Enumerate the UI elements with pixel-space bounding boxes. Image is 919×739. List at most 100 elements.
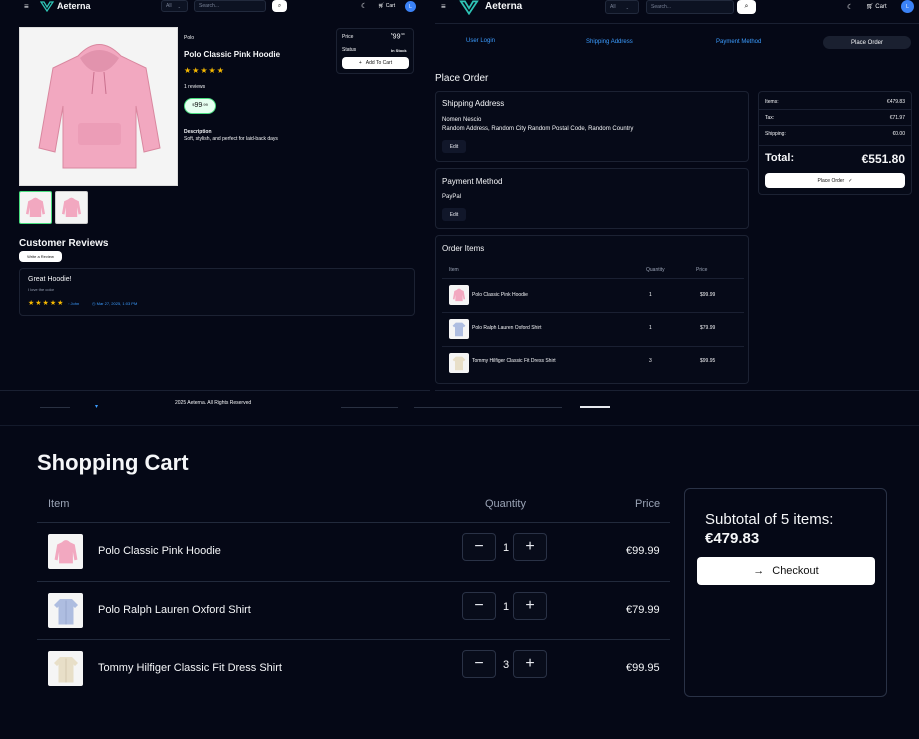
order-item-price: $99.95 — [700, 358, 716, 364]
footer-divider — [0, 390, 430, 391]
summary-tax-label: Tax: — [765, 115, 775, 121]
price-label: Price — [342, 34, 354, 40]
step-place-order[interactable]: Place Order — [823, 36, 911, 49]
checkout-nav-divider — [435, 23, 919, 24]
hoodie-image — [38, 44, 161, 169]
product-thumbnail-1[interactable] — [19, 191, 52, 224]
review-stars: ★★★★★ — [28, 300, 65, 307]
cart-link[interactable]: 🛒︎ Cart — [378, 3, 395, 9]
increase-quantity-button[interactable]: + — [513, 650, 547, 678]
add-to-cart-label: Add To Cart — [365, 60, 393, 66]
place-order-button[interactable]: Place Order ✓ — [765, 173, 905, 188]
shipping-name: Nomen Nescio — [442, 117, 482, 123]
checkout-button[interactable]: → Checkout — [697, 557, 875, 585]
section-divider — [0, 425, 919, 426]
reviews-count: 1 reviews — [184, 84, 206, 90]
summary-shipping-label: Shipping: — [765, 131, 786, 137]
theme-toggle-icon[interactable]: ☾ — [361, 2, 367, 10]
footer-chevron-icon[interactable]: ▾ — [95, 403, 98, 410]
step-payment-method[interactable]: Payment Method — [716, 39, 761, 45]
category-select-value-2: All — [610, 4, 616, 10]
chevron-down-icon: ⌄ — [177, 3, 181, 9]
theme-toggle-icon-2[interactable]: ☾ — [847, 3, 853, 11]
description-text: Soft, stylish, and perfect for laid-back… — [184, 136, 278, 142]
category-select-2[interactable]: All ⌄ — [605, 0, 639, 14]
brand-name-2[interactable]: Aeterna — [485, 1, 522, 12]
avatar-2[interactable]: L — [901, 0, 914, 13]
review-date: ◷ Mar 27, 2025, 1:03 PM — [92, 301, 138, 306]
decrease-quantity-button[interactable]: − — [462, 592, 496, 620]
write-review-button[interactable]: Write a Review — [19, 251, 62, 262]
search-button-2[interactable]: ⌕ — [737, 0, 756, 14]
review-body: I love the color — [28, 287, 55, 292]
menu-icon-2[interactable]: ≡ — [441, 2, 446, 11]
product-thumbnail-2[interactable] — [55, 191, 88, 224]
cart-col-price: Price — [635, 498, 661, 510]
order-row: Tommy Hilfiger Classic Fit Dress Shirt 3… — [436, 347, 750, 380]
cart-link-2[interactable]: 🛒︎ Cart — [866, 3, 887, 10]
search-button[interactable]: ⌕ — [272, 0, 287, 12]
arrow-right-icon: → — [753, 565, 765, 577]
subtotal-label: Subtotal of 5 items: — [705, 511, 834, 528]
shipping-card: Shipping Address Nomen Nescio Random Add… — [435, 91, 749, 162]
order-item-name[interactable]: Polo Ralph Lauren Oxford Shirt — [472, 325, 541, 331]
cart-col-item: Item — [48, 498, 70, 510]
order-item-price: $79.99 — [700, 325, 716, 331]
increase-quantity-button[interactable]: + — [513, 592, 547, 620]
subtotal-card: Subtotal of 5 items: €479.83 → Checkout — [684, 488, 887, 697]
cart-item-thumb-oxford[interactable] — [48, 593, 83, 628]
search-input-2[interactable]: Search... — [646, 0, 734, 14]
footer-line — [40, 407, 70, 408]
order-item-thumb-hoodie — [449, 285, 469, 305]
check-icon: ✓ — [848, 177, 853, 184]
cart-item-name[interactable]: Polo Classic Pink Hoodie — [98, 545, 221, 557]
order-item-price: $99.99 — [700, 292, 716, 298]
cart-item-name[interactable]: Tommy Hilfiger Classic Fit Dress Shirt — [98, 662, 282, 674]
price-cents: .99 — [202, 102, 208, 107]
cart-item-price: €99.95 — [626, 662, 660, 674]
category-select[interactable]: All ⌄ — [161, 0, 188, 12]
status-value: In Stock — [391, 48, 407, 53]
product-brand[interactable]: Polo — [184, 35, 194, 41]
order-item-name[interactable]: Tommy Hilfiger Classic Fit Dress Shirt — [472, 358, 556, 364]
reviews-heading: Customer Reviews — [19, 238, 109, 249]
cart-col-quantity: Quantity — [485, 498, 526, 510]
price-box-cents: .99 — [400, 32, 405, 36]
product-title: Polo Classic Pink Hoodie — [184, 50, 281, 59]
menu-icon[interactable]: ≡ — [24, 2, 29, 11]
add-to-cart-button[interactable]: + Add To Cart — [342, 57, 409, 69]
edit-shipping-button[interactable]: Edit — [442, 140, 466, 153]
decrease-quantity-button[interactable]: − — [462, 650, 496, 678]
order-row: Polo Ralph Lauren Oxford Shirt 1 $79.99 — [436, 313, 750, 346]
review-author: ◦ John — [68, 301, 80, 306]
shipping-heading: Shipping Address — [442, 99, 505, 108]
order-col-quantity: Quantity — [646, 267, 665, 273]
order-item-qty: 1 — [649, 292, 652, 298]
shipping-address: Random Address, Random City Random Posta… — [442, 126, 634, 132]
edit-payment-button[interactable]: Edit — [442, 208, 466, 221]
summary-total-label: Total: — [765, 152, 795, 164]
summary-shipping-value: €0.00 — [892, 131, 905, 137]
brand-name[interactable]: Aeterna — [57, 1, 91, 11]
order-item-name[interactable]: Polo Classic Pink Hoodie — [472, 292, 528, 298]
checkout-label: Checkout — [772, 565, 819, 577]
decrease-quantity-button[interactable]: − — [462, 533, 496, 561]
order-summary-card: Items: €479.83 Tax: €71.97 Shipping: €0.… — [758, 91, 912, 195]
cart-item-thumb-dress-shirt[interactable] — [48, 651, 83, 686]
increase-quantity-button[interactable]: + — [513, 533, 547, 561]
search-input[interactable]: Search... — [194, 0, 266, 12]
review-date-text: Mar 27, 2025, 1:03 PM — [96, 301, 138, 306]
payment-heading: Payment Method — [442, 177, 503, 186]
order-col-item: Item — [449, 267, 459, 273]
order-item-qty: 3 — [649, 358, 652, 364]
avatar[interactable]: L — [405, 1, 416, 12]
step-shipping-address[interactable]: Shipping Address — [586, 39, 633, 45]
price-box-value: $99.99 — [391, 32, 405, 40]
summary-divider-0 — [759, 109, 911, 110]
order-item-thumb-dress-shirt — [449, 353, 469, 373]
cart-item-thumb-hoodie[interactable] — [48, 534, 83, 569]
chevron-down-icon-2: ⌄ — [625, 4, 629, 10]
subtotal-value: €479.83 — [705, 530, 760, 547]
cart-item-name[interactable]: Polo Ralph Lauren Oxford Shirt — [98, 604, 251, 616]
step-user-login[interactable]: User Login — [466, 38, 495, 44]
